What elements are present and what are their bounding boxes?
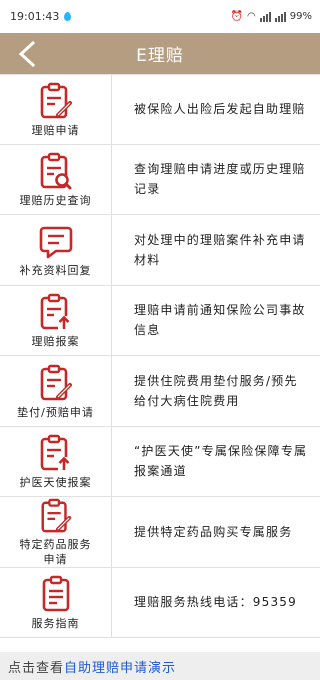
item-label: 特定药品服务申请 (19, 538, 92, 567)
item-left-cell: 理赔报案 (0, 285, 112, 355)
battery-level: 99% (289, 11, 312, 22)
service-guide-icon (39, 575, 73, 613)
item-label: 理赔历史查询 (19, 194, 92, 208)
angel-report-upload-icon (39, 434, 73, 472)
item-left-cell: 理赔申请 (0, 75, 112, 144)
item-label: 护医天使报案 (19, 476, 92, 490)
list-item-drug-service[interactable]: 特定药品服务申请 提供特定药品购买专属服务 (0, 497, 320, 568)
page-title: E理赔 (136, 46, 184, 66)
status-right: ⏰ ◠ 99% (231, 11, 312, 22)
list-item-claim-report[interactable]: 理赔报案 理赔申请前通知保险公司事故信息 (0, 285, 320, 356)
signal-2-icon (274, 11, 286, 22)
wifi-icon: ◠ (247, 11, 256, 22)
list-item-claim-apply[interactable]: 理赔申请 被保险人出险后发起自助理赔 (0, 74, 320, 145)
list-item-claim-history[interactable]: 理赔历史查询 查询理赔申请进度或历史理赔记录 (0, 144, 320, 215)
item-description: 提供特定药品购买专属服务 (134, 524, 293, 539)
status-time: 19:01:43 (10, 10, 60, 23)
item-left-cell: 理赔历史查询 (0, 144, 112, 214)
claim-report-upload-icon (39, 293, 73, 331)
item-description: 提供住院费用垫付服务/预先给付大病住院费用 (134, 373, 298, 408)
alarm-icon: ⏰ (230, 11, 244, 22)
item-description: “护医天使”专属保险保障专属报案通道 (134, 444, 308, 479)
advance-payment-pen-icon (39, 364, 73, 402)
item-label: 补充资料回复 (19, 263, 92, 277)
status-left: 19:01:43 (10, 10, 72, 23)
item-description: 理赔服务热线电话：95359 (134, 595, 297, 610)
item-label: 理赔申请 (31, 124, 80, 138)
drug-service-pen-icon (39, 498, 73, 534)
claim-form-pen-icon (39, 82, 73, 120)
list-item-supplement-reply[interactable]: 补充资料回复 对处理中的理赔案件补充申请材料 (0, 215, 320, 286)
list-item-advance-payment[interactable]: 垫付/预赔申请 提供住院费用垫付服务/预先给付大病住院费用 (0, 356, 320, 427)
footer-prefix: 点击查看 (8, 660, 65, 676)
demo-footer: 点击查看 自助理赔申请演示 (0, 652, 320, 680)
item-label: 服务指南 (31, 617, 80, 631)
list-item-angel-report[interactable]: 护医天使报案 “护医天使”专属保险保障专属报案通道 (0, 426, 320, 497)
message-bubble-icon (39, 224, 73, 260)
demo-link[interactable]: 自助理赔申请演示 (64, 657, 176, 676)
status-bar: 19:01:43 ⏰ ◠ 99% (0, 0, 320, 33)
signal-icon (259, 11, 271, 22)
item-description: 理赔申请前通知保险公司事故信息 (134, 303, 306, 338)
notification-drop-icon (64, 12, 72, 21)
claim-history-search-icon (39, 152, 73, 190)
chevron-left-icon (18, 40, 36, 68)
item-description: 被保险人出险后发起自助理赔 (134, 102, 306, 117)
item-left-cell: 服务指南 (0, 567, 112, 637)
item-label: 理赔报案 (31, 335, 80, 349)
item-label: 垫付/预赔申请 (17, 405, 94, 419)
item-description: 查询理赔申请进度或历史理赔记录 (134, 162, 306, 197)
service-list: 理赔申请 被保险人出险后发起自助理赔 理赔历史查询 查询理赔申请进度或历史理赔记… (0, 74, 320, 638)
item-left-cell: 护医天使报案 (0, 426, 112, 496)
app-header: E理赔 (0, 33, 320, 74)
list-item-service-guide[interactable]: 服务指南 理赔服务热线电话：95359 (0, 567, 320, 638)
back-button[interactable] (10, 37, 44, 71)
item-left-cell: 特定药品服务申请 (0, 497, 112, 567)
item-description: 对处理中的理赔案件补充申请材料 (134, 232, 306, 267)
item-left-cell: 补充资料回复 (0, 215, 112, 285)
item-left-cell: 垫付/预赔申请 (0, 356, 112, 426)
